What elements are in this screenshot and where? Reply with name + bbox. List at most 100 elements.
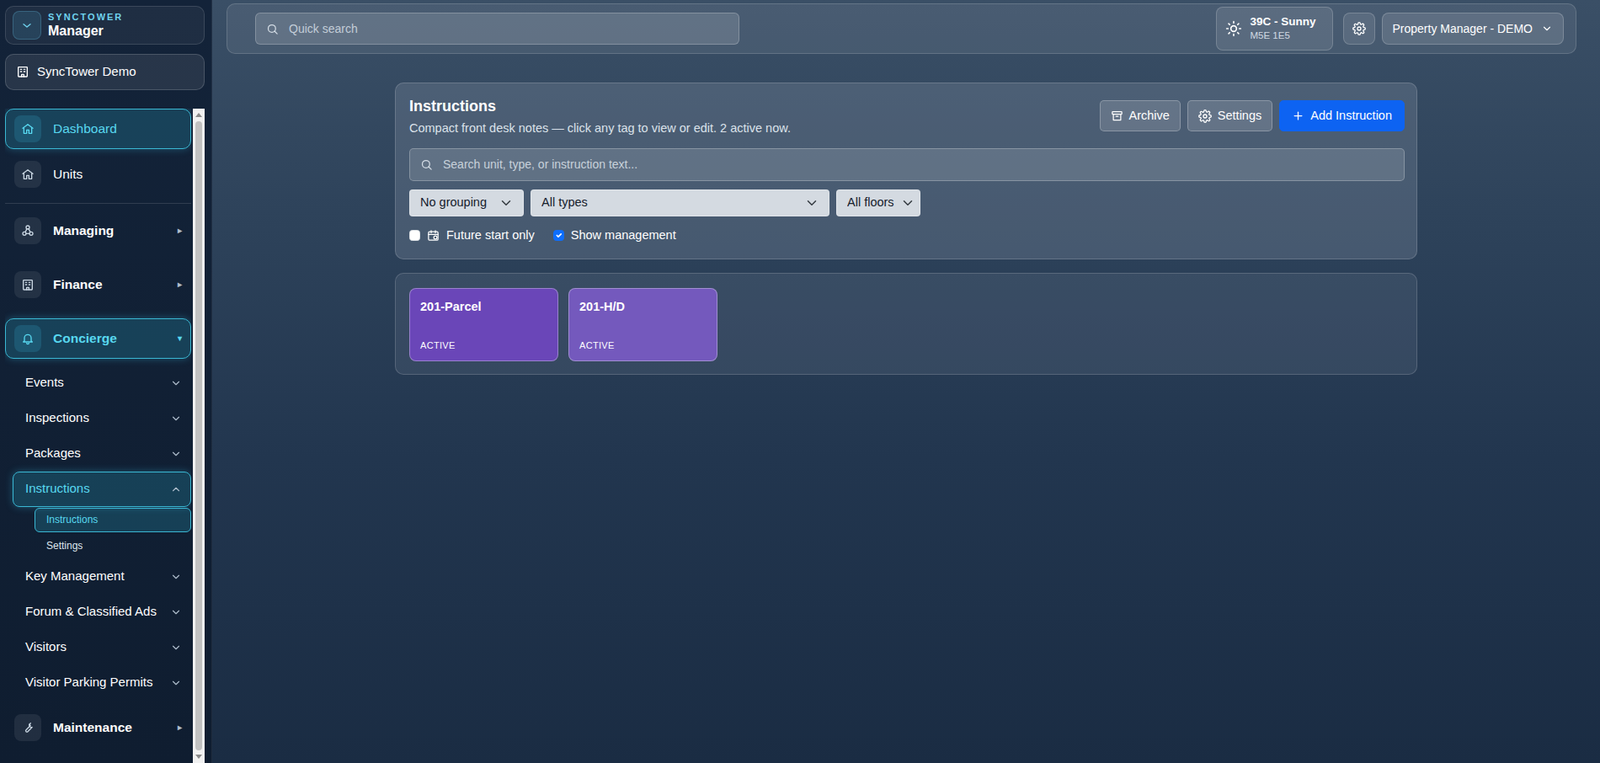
sidebar-section[interactable]: Concierge ▾	[5, 318, 192, 359]
sidebar-sub-wrap: Packages	[5, 436, 192, 472]
tags-panel: 201-Parcel ACTIVE 201-H/D ACTIVE	[394, 272, 1418, 375]
sidebar-section-wrap: Concierge ▾	[5, 311, 192, 366]
checkbox-option[interactable]: Show management	[553, 226, 677, 246]
checkbox[interactable]	[409, 229, 421, 241]
weather-postal: M5E 1E5	[1250, 29, 1317, 42]
gear-icon	[1352, 21, 1366, 36]
settings-button[interactable]	[1343, 12, 1376, 45]
tag-list: 201-Parcel ACTIVE 201-H/D ACTIVE	[409, 288, 1403, 362]
brand[interactable]: SYNCTOWERManager	[5, 5, 205, 45]
filter-select[interactable]: All types	[530, 189, 830, 217]
main-area: 39C - SunnyM5E 1E5 Property Manager - DEM…	[212, 0, 1600, 763]
weather-widget[interactable]: 39C - SunnyM5E 1E5	[1216, 6, 1334, 51]
section-icon-box	[14, 271, 42, 299]
sidebar-sub-wrap: Visitor Parking Permits	[5, 665, 192, 701]
checkbox[interactable]	[553, 229, 565, 241]
panel-button[interactable]: Settings	[1187, 100, 1273, 132]
tag-status: ACTIVE	[420, 338, 548, 353]
sidebar-section[interactable]: Managing ▸	[5, 210, 192, 251]
quick-search-input[interactable]	[287, 19, 729, 39]
section-icon-box	[14, 217, 42, 245]
instruction-search[interactable]	[409, 148, 1405, 182]
section-caret-wrap: ▸	[177, 720, 182, 734]
quick-search[interactable]	[255, 12, 740, 45]
panel-button[interactable]: Archive	[1099, 100, 1181, 132]
scroll-thumb[interactable]	[195, 121, 203, 752]
instruction-tag[interactable]: 201-Parcel ACTIVE	[409, 288, 559, 362]
brand-title: Manager	[48, 22, 123, 39]
section-icon-box	[14, 714, 42, 742]
instruction-search-input[interactable]	[441, 154, 1394, 175]
wrench-icon	[21, 720, 35, 735]
subitem-label: Inspections	[25, 408, 171, 428]
section-label: Managing	[53, 220, 166, 240]
user-label: Property Manager - DEMO	[1392, 20, 1534, 38]
building-label: SyncTower Demo	[37, 62, 137, 82]
building-icon	[21, 277, 35, 292]
sidebar-list: DashboardUnits Managing ▸ Finance▸ Concierge…	[5, 108, 192, 763]
tag-label: 201-Parcel	[420, 298, 548, 317]
sidebar-sub-wrap: Key Management	[5, 559, 192, 595]
brand-kicker: SYNCTOWER	[48, 11, 123, 23]
filter-select[interactable]: No grouping	[409, 189, 524, 217]
search-icon	[420, 158, 433, 171]
building-icon	[16, 64, 30, 79]
building-switcher[interactable]: SyncTower Demo	[5, 53, 205, 91]
sidebar-scrollbar[interactable]	[192, 108, 205, 763]
sidebar-subitem[interactable]: Visitors	[12, 629, 192, 666]
top-bar: 39C - SunnyM5E 1E5 Property Manager - DEM…	[226, 3, 1577, 54]
subitem-label: Instructions	[25, 479, 171, 499]
sidebar-sub-wrap: Inspections	[5, 400, 192, 437]
scroll-down-icon[interactable]	[195, 754, 203, 759]
subitem-label: Packages	[25, 443, 171, 464]
sidebar-subitem[interactable]: Key Management	[12, 559, 192, 595]
section-caret-wrap: ▾	[177, 331, 182, 345]
sidebar-sub-wrap: Events	[5, 365, 192, 401]
content: InstructionsCompact front desk notes — c…	[212, 53, 1600, 375]
sidebar-section[interactable]: Finance▸	[5, 264, 192, 305]
subitem-label: Key Management	[25, 566, 171, 587]
leaf-label: Instructions	[46, 512, 98, 528]
user-menu[interactable]: Property Manager - DEMO	[1381, 12, 1565, 45]
plus-icon	[1291, 109, 1305, 123]
sidebar-subitem[interactable]: Packages	[12, 436, 192, 472]
chevron-icon	[170, 570, 182, 583]
panel-actions: Archive SettingsAdd Instruction	[1099, 96, 1406, 132]
scroll-up-icon[interactable]	[195, 112, 203, 118]
sidebar-item[interactable]: Units	[5, 154, 192, 195]
chevron-icon	[170, 412, 182, 425]
filter-select[interactable]: All floors	[836, 189, 921, 217]
section-label: Concierge	[53, 328, 166, 348]
section-caret-wrap: ▸	[177, 224, 182, 237]
sidebar-section[interactable]: Maintenance ▸	[5, 707, 192, 748]
subitem-label: Forum & Classified Ads	[25, 602, 171, 622]
sidebar-subitem[interactable]: Inspections	[12, 400, 192, 437]
sidebar-section-wrap: Managing ▸	[5, 203, 192, 258]
panel-heading: InstructionsCompact front desk notes — c…	[409, 96, 791, 139]
sidebar-subitem[interactable]: Instructions	[12, 471, 192, 507]
sidebar-subitem[interactable]: Events	[12, 365, 192, 401]
panel-button[interactable]: Add Instruction	[1279, 100, 1405, 132]
filters: No groupingAll typesAll floors	[409, 189, 1405, 217]
tag-label: 201-H/D	[579, 298, 707, 317]
item-icon-box	[14, 115, 42, 143]
instructions-panel: InstructionsCompact front desk notes — c…	[394, 82, 1418, 260]
sidebar-leaf[interactable]: Instructions	[34, 507, 192, 533]
logo	[12, 10, 42, 40]
top-bar-right: 39C - SunnyM5E 1E5 Property Manager - DEM…	[1216, 6, 1565, 51]
home-icon	[21, 122, 35, 136]
sidebar: SYNCTOWERManager SyncTower Demo DashboardU…	[0, 0, 213, 763]
section-label: Maintenance	[53, 717, 166, 737]
button-label: Archive	[1129, 106, 1170, 126]
checkbox-label: Future start only	[446, 226, 535, 246]
sidebar-leaf[interactable]: Settings	[34, 533, 192, 559]
instruction-tag[interactable]: 201-H/D ACTIVE	[568, 288, 718, 362]
sidebar-leaf-wrap: Instructions	[5, 506, 192, 534]
home-icon	[21, 167, 35, 182]
tag-status: ACTIVE	[579, 338, 707, 353]
sidebar-subitem[interactable]: Forum & Classified Ads	[12, 594, 192, 630]
sidebar-subitem[interactable]: Visitor Parking Permits	[12, 665, 192, 701]
sidebar-top-wrap: Dashboard	[5, 108, 192, 150]
checkbox-option[interactable]: Future start only	[409, 226, 535, 246]
sidebar-item[interactable]: Dashboard	[5, 108, 192, 150]
